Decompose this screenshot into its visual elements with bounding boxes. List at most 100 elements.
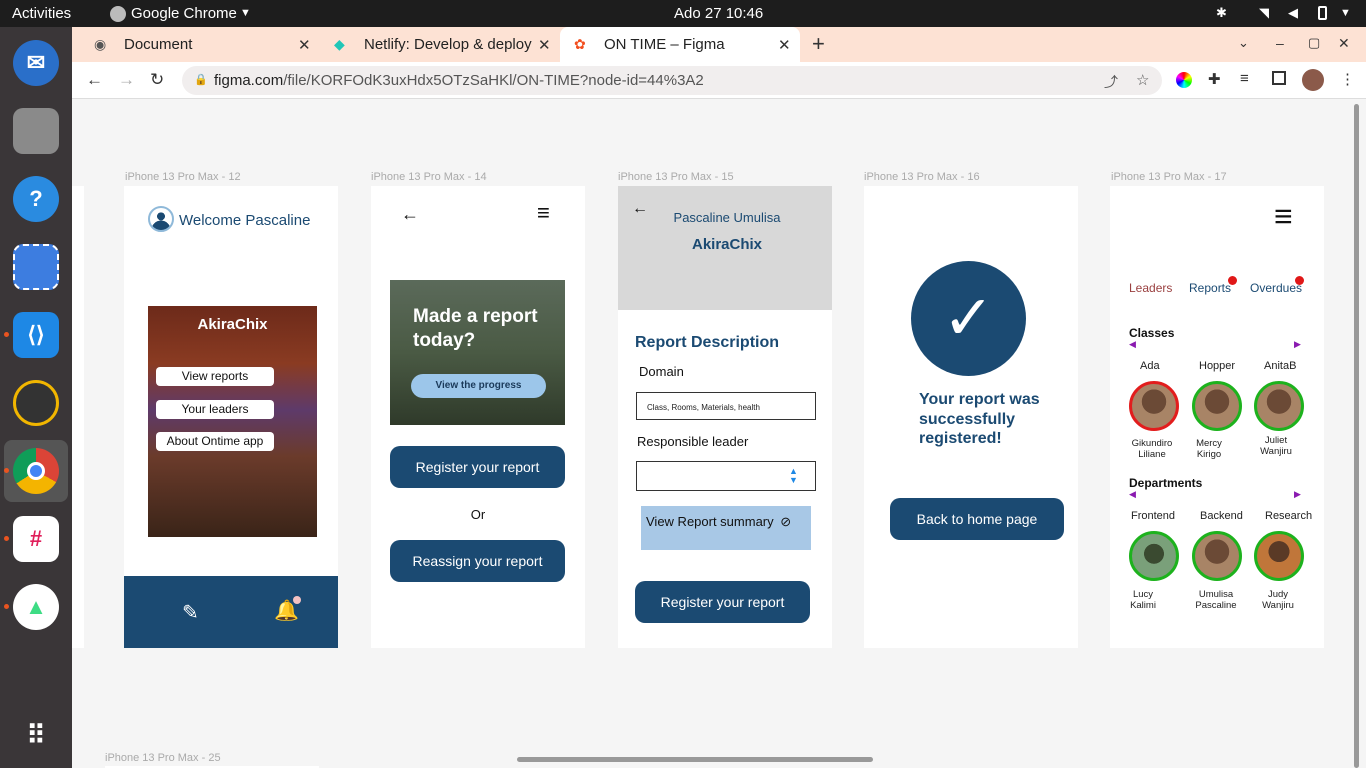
android-studio-icon[interactable]: ▲ <box>13 584 59 630</box>
avatar[interactable] <box>1192 531 1242 581</box>
frame-label[interactable]: iPhone 13 Pro Max - 16 <box>864 171 980 183</box>
departments-title: Departments <box>1129 476 1203 490</box>
view-reports-button[interactable]: View reports <box>156 367 274 386</box>
frame-16[interactable]: ✓ Your report was successfully registere… <box>864 186 1078 648</box>
frame-14[interactable]: ← ≡ Made a report today? View the progre… <box>371 186 585 648</box>
files-icon[interactable] <box>13 108 59 154</box>
rhythmbox-icon[interactable] <box>13 380 59 426</box>
tab-reports[interactable]: Reports <box>1189 281 1231 295</box>
thunderbird-icon[interactable]: ✉ <box>13 40 59 86</box>
department-name: Frontend <box>1131 510 1176 522</box>
domain-field[interactable]: Class, Rooms, Materials, health <box>636 392 816 420</box>
window-close-button[interactable]: ✕ <box>1338 35 1350 52</box>
view-progress-button[interactable]: View the progress <box>411 374 546 398</box>
color-extension-icon[interactable] <box>1176 72 1192 88</box>
app-grid-icon[interactable]: ⠿ <box>13 712 59 758</box>
back-home-button[interactable]: Back to home page <box>890 498 1064 540</box>
tab-overdues[interactable]: Overdues <box>1250 281 1302 295</box>
figma-canvas[interactable]: iPhone 13 Pro Max - 12 Welcome Pascaline… <box>72 99 1366 768</box>
chevron-down-icon[interactable]: ▼ <box>240 7 251 19</box>
class-name: AnitaB <box>1264 360 1297 372</box>
register-report-button[interactable]: Register your report <box>635 581 810 623</box>
activities-button[interactable]: Activities <box>12 5 71 22</box>
reload-icon[interactable]: ↻ <box>150 70 164 90</box>
close-icon[interactable]: ✕ <box>538 36 551 54</box>
media-icon[interactable]: ≡ <box>1240 70 1249 87</box>
hero-photo: AkiraChix View reports Your leaders Abou… <box>148 306 317 537</box>
prev-arrow-icon[interactable]: ◀ <box>1129 489 1136 500</box>
star-icon[interactable]: ☆ <box>1136 71 1149 89</box>
close-icon[interactable]: ✕ <box>778 36 791 54</box>
avatar[interactable] <box>1129 381 1179 431</box>
frame-label[interactable]: iPhone 13 Pro Max - 15 <box>618 171 734 183</box>
vscode-icon[interactable]: ⟨⟩ <box>13 312 59 358</box>
welcome-text: Welcome Pascaline <box>179 212 311 229</box>
avatar[interactable] <box>1254 531 1304 581</box>
avatar[interactable] <box>1192 381 1242 431</box>
org-name: AkiraChix <box>691 236 763 253</box>
next-arrow-icon[interactable]: ▶ <box>1294 339 1301 350</box>
tab-document[interactable]: ◉ Document ✕ <box>80 27 320 62</box>
reassign-report-button[interactable]: Reassign your report <box>390 540 565 582</box>
leader-name: Judy Wanjiru <box>1262 589 1294 611</box>
back-arrow-icon[interactable]: ← <box>401 204 419 225</box>
maximize-button[interactable]: ▢ <box>1308 35 1320 51</box>
close-icon[interactable]: ✕ <box>298 36 311 54</box>
about-app-button[interactable]: About Ontime app <box>156 432 274 451</box>
leader-name: Lucy Kalimi <box>1130 589 1156 611</box>
slack-icon[interactable]: # <box>13 516 59 562</box>
tab-leaders[interactable]: Leaders <box>1129 281 1172 295</box>
battery-icon[interactable] <box>1318 6 1327 20</box>
address-bar[interactable]: 🔒 figma.com/file/KORFOdK3uxHdx5OTzSaHKl/… <box>182 66 1162 95</box>
frame-label[interactable]: iPhone 13 Pro Max - 25 <box>105 752 221 764</box>
avatar[interactable] <box>1254 381 1304 431</box>
hamburger-menu-icon[interactable]: ≡ <box>1274 200 1293 232</box>
lock-icon: 🔒 <box>194 74 208 86</box>
share-icon[interactable]: ⤴ <box>1104 72 1118 92</box>
help-icon[interactable]: ? <box>13 176 59 222</box>
frame-label[interactable]: iPhone 13 Pro Max - 12 <box>125 171 241 183</box>
frame-17[interactable]: ≡ Leaders Reports Overdues Classes ◀ ▶ A… <box>1110 186 1324 648</box>
minimize-button[interactable]: – <box>1276 35 1284 51</box>
hamburger-menu-icon[interactable]: ≡ <box>537 200 550 226</box>
edit-report-icon[interactable]: ✎ <box>182 600 199 625</box>
class-name: Hopper <box>1199 360 1236 372</box>
vertical-scrollbar[interactable] <box>1354 104 1359 768</box>
new-tab-button[interactable]: + <box>812 31 825 57</box>
header-panel: ← Pascaline Umulisa AkiraChix <box>618 186 832 310</box>
tab-search-chevron-icon[interactable]: ⌄ <box>1238 35 1249 51</box>
wifi-icon[interactable]: ◥ <box>1259 5 1269 21</box>
app-menu[interactable]: Google Chrome <box>131 5 237 22</box>
dock: ✉ ? ⟨⟩ # ▲ ⠿ <box>0 27 72 768</box>
frame-12[interactable]: Welcome Pascaline AkiraChix View reports… <box>124 186 338 648</box>
tab-netlify[interactable]: ◆ Netlify: Develop & deploy ✕ <box>320 27 560 62</box>
avatar[interactable] <box>1302 69 1324 91</box>
view-summary-button[interactable]: View Report summary ⊘ <box>641 506 811 550</box>
leader-name: Mercy Kirigo <box>1196 438 1222 460</box>
extensions-icon[interactable]: ✚ <box>1208 70 1221 88</box>
or-text: Or <box>470 507 486 522</box>
classes-title: Classes <box>1129 326 1175 340</box>
side-panel-icon[interactable] <box>1272 71 1286 85</box>
your-leaders-button[interactable]: Your leaders <box>156 400 274 419</box>
forward-icon[interactable]: → <box>118 70 135 90</box>
system-menu-chevron-icon[interactable]: ▼ <box>1340 7 1351 19</box>
back-icon[interactable]: ← <box>86 70 103 90</box>
next-arrow-icon[interactable]: ▶ <box>1294 489 1301 500</box>
register-report-button[interactable]: Register your report <box>390 446 565 488</box>
user-icon <box>148 206 174 232</box>
tab-figma[interactable]: ✿ ON TIME – Figma ✕ <box>560 27 800 62</box>
chrome-menu-icon[interactable]: ⋮ <box>1340 70 1355 88</box>
avatar[interactable] <box>1129 531 1179 581</box>
horizontal-scrollbar[interactable] <box>517 757 873 762</box>
chrome-icon[interactable] <box>13 448 59 494</box>
clock[interactable]: Ado 27 10:46 <box>674 5 763 22</box>
prev-arrow-icon[interactable]: ◀ <box>1129 339 1136 350</box>
volume-icon[interactable]: ◀ <box>1288 5 1298 21</box>
leader-select[interactable]: ▲ ▼ <box>636 461 816 491</box>
slack-tray-icon[interactable]: ✱ <box>1216 5 1227 21</box>
frame-label[interactable]: iPhone 13 Pro Max - 17 <box>1111 171 1227 183</box>
frame-label[interactable]: iPhone 13 Pro Max - 14 <box>371 171 487 183</box>
frame-15[interactable]: ← Pascaline Umulisa AkiraChix Report Des… <box>618 186 832 648</box>
screenshot-icon[interactable] <box>13 244 59 290</box>
